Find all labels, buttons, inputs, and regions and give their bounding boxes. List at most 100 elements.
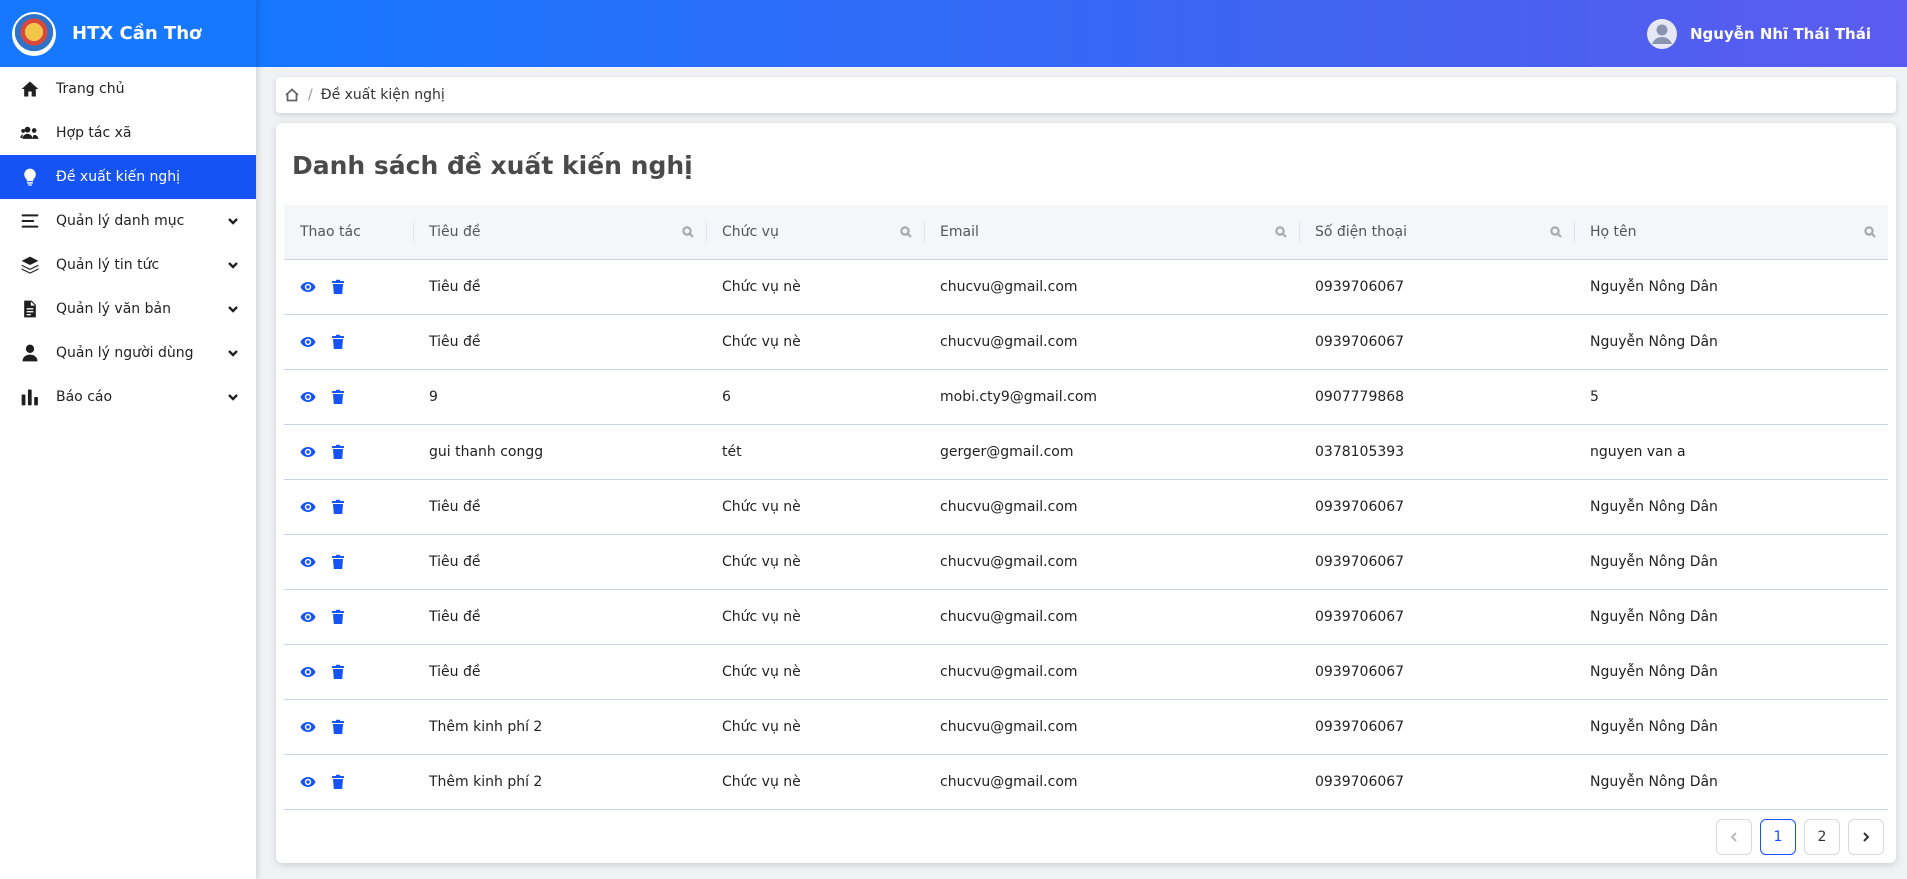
- table-cell: Tiêu đề: [413, 589, 706, 645]
- column-header[interactable]: Họ tên: [1574, 205, 1888, 260]
- sidebar-item-bars[interactable]: Quản lý danh mục: [0, 199, 256, 243]
- view-icon[interactable]: [300, 499, 316, 515]
- sidebar-menu: Trang chủ Hợp tác xã Đề xuất kiến nghị Quản…: [0, 67, 256, 419]
- trash-icon[interactable]: [330, 719, 346, 735]
- column-header[interactable]: Tiêu đề: [413, 205, 706, 260]
- table-cell: Thêm kinh phí 2: [413, 754, 706, 810]
- actions-cell: [284, 534, 413, 590]
- table-cell: 0939706067: [1299, 314, 1574, 370]
- actions-cell: [284, 589, 413, 645]
- sidebar: HTX Cần Thơ Trang chủ Hợp tác xã Đề xuất k…: [0, 0, 256, 879]
- search-icon[interactable]: [1550, 226, 1562, 238]
- view-icon[interactable]: [300, 279, 316, 295]
- view-icon[interactable]: [300, 389, 316, 405]
- trash-icon[interactable]: [330, 554, 346, 570]
- table-cell: 9: [413, 369, 706, 425]
- table-row: Thêm kinh phí 2 Chức vụ nè chucvu@gmail.co…: [284, 699, 1888, 755]
- table-cell: chucvu@gmail.com: [924, 534, 1299, 590]
- table-cell: 0939706067: [1299, 479, 1574, 535]
- trash-icon[interactable]: [330, 609, 346, 625]
- table-cell: chucvu@gmail.com: [924, 754, 1299, 810]
- table-cell: Chức vụ nè: [706, 314, 924, 370]
- table-cell: Chức vụ nè: [706, 644, 924, 700]
- sidebar-item-users[interactable]: Hợp tác xã: [0, 111, 256, 155]
- sidebar-item-label: Quản lý người dùng: [56, 345, 194, 361]
- search-icon[interactable]: [900, 226, 912, 238]
- trash-icon[interactable]: [330, 444, 346, 460]
- proposals-table: Thao tác Tiêu đề Chức vụ Email Số điện thoại…: [284, 205, 1888, 810]
- layers-icon: [18, 253, 42, 277]
- chart-icon: [18, 385, 42, 409]
- table-cell: chucvu@gmail.com: [924, 589, 1299, 645]
- sidebar-item-layers[interactable]: Quản lý tin tức: [0, 243, 256, 287]
- breadcrumb-separator: /: [308, 87, 313, 103]
- table-cell: Tiêu đề: [413, 259, 706, 315]
- table-cell: Chức vụ nè: [706, 479, 924, 535]
- table-row: Thêm kinh phí 2 Chức vụ nè chucvu@gmail.co…: [284, 754, 1888, 810]
- table-cell: 0939706067: [1299, 589, 1574, 645]
- trash-icon[interactable]: [330, 389, 346, 405]
- trash-icon[interactable]: [330, 664, 346, 680]
- search-icon[interactable]: [1864, 226, 1876, 238]
- lightbulb-icon: [18, 165, 42, 189]
- document-icon: [18, 297, 42, 321]
- table-cell: 0939706067: [1299, 259, 1574, 315]
- home-icon[interactable]: [284, 87, 300, 103]
- sidebar-item-label: Hợp tác xã: [56, 125, 132, 141]
- table-cell: Tiêu đề: [413, 314, 706, 370]
- main-card: Danh sách đề xuất kiến nghị Thao tác Tiêu…: [276, 123, 1896, 863]
- table-cell: Tiêu đề: [413, 644, 706, 700]
- sidebar-item-lightbulb[interactable]: Đề xuất kiến nghị: [0, 155, 256, 199]
- column-header[interactable]: Thao tác: [284, 205, 413, 260]
- brand[interactable]: HTX Cần Thơ: [0, 0, 256, 67]
- trash-icon[interactable]: [330, 774, 346, 790]
- sidebar-item-label: Quản lý danh mục: [56, 213, 185, 229]
- prev-page-button[interactable]: [1716, 819, 1752, 855]
- view-icon[interactable]: [300, 334, 316, 350]
- sidebar-item-chart[interactable]: Báo cáo: [0, 375, 256, 419]
- view-icon[interactable]: [300, 719, 316, 735]
- column-header[interactable]: Chức vụ: [706, 205, 924, 260]
- table-cell: 0939706067: [1299, 699, 1574, 755]
- view-icon[interactable]: [300, 554, 316, 570]
- view-icon[interactable]: [300, 664, 316, 680]
- table-cell: Nguyễn Nông Dân: [1574, 534, 1888, 590]
- top-header: Nguyễn Nhĩ Thái Thái: [256, 0, 1907, 67]
- column-header[interactable]: Số điện thoại: [1299, 205, 1574, 260]
- search-icon[interactable]: [682, 226, 694, 238]
- search-icon[interactable]: [1275, 226, 1287, 238]
- table-cell: Chức vụ nè: [706, 589, 924, 645]
- trash-icon[interactable]: [330, 499, 346, 515]
- sidebar-item-label: Báo cáo: [56, 389, 113, 405]
- table-cell: 0378105393: [1299, 424, 1574, 480]
- table-row: 9 6 mobi.cty9@gmail.com 0907779868 5: [284, 369, 1888, 425]
- column-header-label: Số điện thoại: [1315, 223, 1408, 240]
- next-page-button[interactable]: [1848, 819, 1884, 855]
- page-button-2[interactable]: 2: [1804, 819, 1840, 855]
- sidebar-item-user[interactable]: Quản lý người dùng: [0, 331, 256, 375]
- page-button-1[interactable]: 1: [1760, 819, 1796, 855]
- column-header[interactable]: Email: [924, 205, 1299, 260]
- actions-cell: [284, 699, 413, 755]
- table-cell: Thêm kinh phí 2: [413, 699, 706, 755]
- sidebar-item-document[interactable]: Quản lý văn bản: [0, 287, 256, 331]
- chevron-down-icon: [226, 302, 240, 316]
- user-icon: [18, 341, 42, 365]
- sidebar-item-home[interactable]: Trang chủ: [0, 67, 256, 111]
- column-header-label: Chức vụ: [722, 223, 779, 240]
- actions-cell: [284, 644, 413, 700]
- view-icon[interactable]: [300, 609, 316, 625]
- page-title: Danh sách đề xuất kiến nghị: [292, 151, 693, 180]
- user-menu[interactable]: Nguyễn Nhĩ Thái Thái: [1646, 18, 1871, 50]
- trash-icon[interactable]: [330, 334, 346, 350]
- trash-icon[interactable]: [330, 279, 346, 295]
- table-cell: 5: [1574, 369, 1888, 425]
- table-cell: Chức vụ nè: [706, 699, 924, 755]
- view-icon[interactable]: [300, 444, 316, 460]
- table-cell: Chức vụ nè: [706, 259, 924, 315]
- logo: [12, 11, 56, 56]
- table-cell: gui thanh congg: [413, 424, 706, 480]
- table-cell: Chức vụ nè: [706, 534, 924, 590]
- table-cell: Tiêu đề: [413, 534, 706, 590]
- view-icon[interactable]: [300, 774, 316, 790]
